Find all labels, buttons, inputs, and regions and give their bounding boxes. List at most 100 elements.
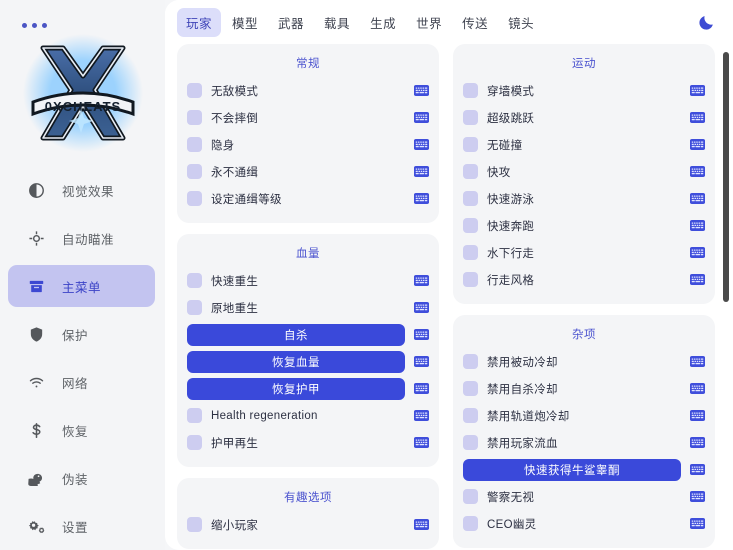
keyboard-icon[interactable] bbox=[690, 491, 705, 502]
sidebar-item-settings[interactable]: 设置 bbox=[8, 505, 155, 547]
action-button[interactable]: 恢复血量 bbox=[187, 351, 405, 373]
keyboard-icon[interactable] bbox=[414, 302, 429, 313]
action-button[interactable]: 恢复护甲 bbox=[187, 378, 405, 400]
wifi-icon bbox=[26, 372, 46, 392]
keyboard-icon[interactable] bbox=[414, 166, 429, 177]
keyboard-icon[interactable] bbox=[690, 410, 705, 421]
option-checkbox[interactable] bbox=[187, 137, 202, 152]
option-checkbox[interactable] bbox=[463, 83, 478, 98]
action-button[interactable]: 快速获得牛鲨睾酮 bbox=[463, 459, 681, 481]
keyboard-icon[interactable] bbox=[414, 519, 429, 530]
tab-teleport[interactable]: 传送 bbox=[453, 8, 497, 37]
option-checkbox[interactable] bbox=[187, 110, 202, 125]
option-checkbox[interactable] bbox=[463, 164, 478, 179]
option-checkbox[interactable] bbox=[463, 110, 478, 125]
keyboard-icon[interactable] bbox=[414, 275, 429, 286]
option-label: 无碰撞 bbox=[487, 137, 681, 153]
crosshair-icon bbox=[26, 228, 46, 248]
keyboard-icon[interactable] bbox=[414, 85, 429, 96]
action-button[interactable]: 自杀 bbox=[187, 324, 405, 346]
keyboard-icon[interactable] bbox=[414, 437, 429, 448]
keyboard-icon[interactable] bbox=[690, 85, 705, 96]
option-checkbox[interactable] bbox=[463, 354, 478, 369]
option-checkbox[interactable] bbox=[187, 164, 202, 179]
option-label: 原地重生 bbox=[211, 300, 405, 316]
option-label: 设定通缉等级 bbox=[211, 191, 405, 207]
keyboard-icon[interactable] bbox=[690, 383, 705, 394]
sidebar-item-disguise[interactable]: 伪装 bbox=[8, 457, 155, 499]
keyboard-icon[interactable] bbox=[690, 193, 705, 204]
keyboard-icon[interactable] bbox=[690, 356, 705, 367]
option-checkbox[interactable] bbox=[463, 408, 478, 423]
option-row: 不会摔倒 bbox=[187, 104, 429, 131]
sidebar-item-recovery[interactable]: 恢复 bbox=[8, 409, 155, 451]
tab-camera[interactable]: 镜头 bbox=[499, 8, 543, 37]
keyboard-icon[interactable] bbox=[690, 220, 705, 231]
option-panel: 杂项禁用被动冷却禁用自杀冷却禁用轨道炮冷却禁用玩家流血快速获得牛鲨睾酮警察无视C… bbox=[453, 315, 715, 548]
tab-world[interactable]: 世界 bbox=[407, 8, 451, 37]
keyboard-icon[interactable] bbox=[414, 139, 429, 150]
app-window: 0XCHEATS 视觉效果 自动瞄准 bbox=[0, 0, 733, 550]
tab-model[interactable]: 模型 bbox=[223, 8, 267, 37]
keyboard-icon[interactable] bbox=[414, 112, 429, 123]
option-row: 行走风格 bbox=[463, 266, 705, 293]
sidebar: 0XCHEATS 视觉效果 自动瞄准 bbox=[0, 0, 165, 550]
option-checkbox[interactable] bbox=[463, 191, 478, 206]
moon-icon[interactable] bbox=[693, 9, 719, 35]
option-label: 警察无视 bbox=[487, 489, 681, 505]
option-checkbox[interactable] bbox=[463, 489, 478, 504]
option-label: 快速游泳 bbox=[487, 191, 681, 207]
keyboard-icon[interactable] bbox=[690, 139, 705, 150]
option-checkbox[interactable] bbox=[187, 83, 202, 98]
option-label: 超级跳跃 bbox=[487, 110, 681, 126]
keyboard-icon[interactable] bbox=[690, 112, 705, 123]
sidebar-item-visual-effects[interactable]: 视觉效果 bbox=[8, 169, 155, 211]
sidebar-item-label: 伪装 bbox=[62, 469, 88, 488]
option-checkbox[interactable] bbox=[463, 381, 478, 396]
vertical-scrollbar-thumb[interactable] bbox=[723, 52, 729, 302]
keyboard-icon[interactable] bbox=[690, 464, 705, 475]
sidebar-item-protection[interactable]: 保护 bbox=[8, 313, 155, 355]
option-checkbox[interactable] bbox=[187, 273, 202, 288]
option-checkbox[interactable] bbox=[463, 516, 478, 531]
keyboard-icon[interactable] bbox=[690, 518, 705, 529]
tab-bar: 玩家 模型 武器 载具 生成 世界 传送 镜头 bbox=[177, 8, 693, 37]
keyboard-icon[interactable] bbox=[690, 437, 705, 448]
option-checkbox[interactable] bbox=[463, 245, 478, 260]
keyboard-icon[interactable] bbox=[690, 166, 705, 177]
sidebar-item-aimbot[interactable]: 自动瞄准 bbox=[8, 217, 155, 259]
more-dots-icon[interactable] bbox=[0, 10, 165, 30]
keyboard-icon[interactable] bbox=[414, 383, 429, 394]
sidebar-item-label: 保护 bbox=[62, 325, 88, 344]
keyboard-icon[interactable] bbox=[414, 193, 429, 204]
keyboard-icon[interactable] bbox=[690, 247, 705, 258]
option-checkbox[interactable] bbox=[187, 435, 202, 450]
keyboard-icon[interactable] bbox=[414, 410, 429, 421]
keyboard-icon[interactable] bbox=[690, 274, 705, 285]
option-label: 不会摔倒 bbox=[211, 110, 405, 126]
tab-weapon[interactable]: 武器 bbox=[269, 8, 313, 37]
option-checkbox[interactable] bbox=[187, 408, 202, 423]
option-row: 无敌模式 bbox=[187, 77, 429, 104]
option-checkbox[interactable] bbox=[463, 435, 478, 450]
option-panel: 运动穿墙模式超级跳跃无碰撞快攻快速游泳快速奔跑水下行走行走风格 bbox=[453, 44, 715, 304]
keyboard-icon[interactable] bbox=[414, 356, 429, 367]
option-checkbox[interactable] bbox=[187, 191, 202, 206]
option-checkbox[interactable] bbox=[187, 300, 202, 315]
tab-spawn[interactable]: 生成 bbox=[361, 8, 405, 37]
content-scroll-area[interactable]: 常规无敌模式不会摔倒隐身永不通缉设定通缉等级血量快速重生原地重生自杀恢复血量恢复… bbox=[165, 44, 733, 550]
option-checkbox[interactable] bbox=[463, 218, 478, 233]
option-label: 隐身 bbox=[211, 137, 405, 153]
option-checkbox[interactable] bbox=[187, 517, 202, 532]
tab-vehicle[interactable]: 载具 bbox=[315, 8, 359, 37]
option-checkbox[interactable] bbox=[463, 137, 478, 152]
vertical-scrollbar[interactable] bbox=[723, 52, 729, 544]
keyboard-icon[interactable] bbox=[414, 329, 429, 340]
option-checkbox[interactable] bbox=[463, 272, 478, 287]
sidebar-item-main-menu[interactable]: 主菜单 bbox=[8, 265, 155, 307]
option-row: 快速获得牛鲨睾酮 bbox=[463, 456, 705, 483]
option-row: 原地重生 bbox=[187, 294, 429, 321]
tab-player[interactable]: 玩家 bbox=[177, 8, 221, 37]
sidebar-item-network[interactable]: 网络 bbox=[8, 361, 155, 403]
option-label: 禁用轨道炮冷却 bbox=[487, 408, 681, 424]
